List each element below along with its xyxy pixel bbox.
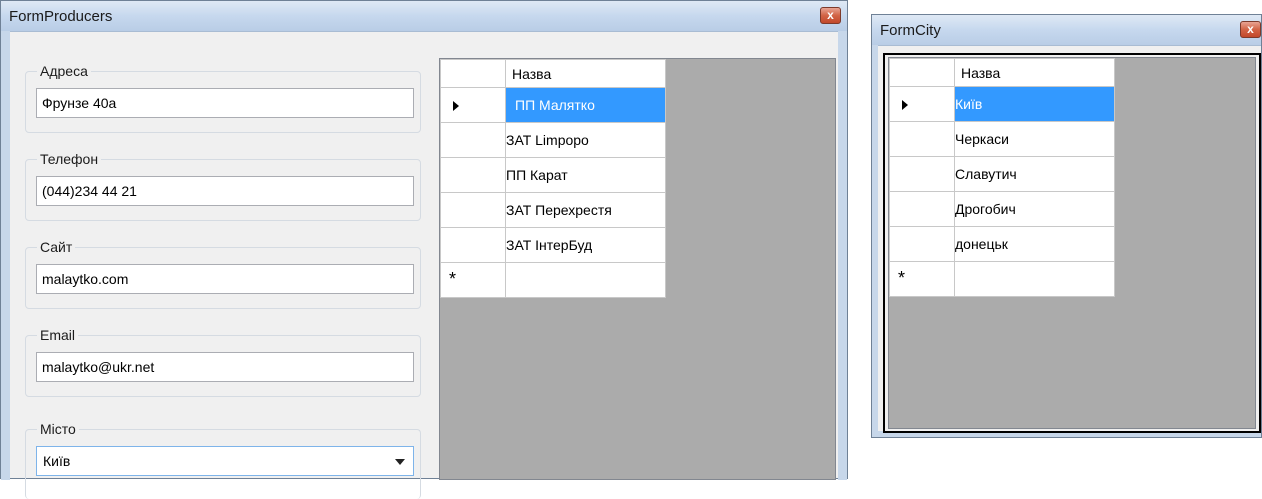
producers-row-header[interactable] bbox=[440, 157, 506, 193]
city-new-row-cell[interactable] bbox=[954, 261, 1115, 297]
current-row-icon bbox=[902, 100, 908, 110]
city-row-header[interactable] bbox=[889, 121, 955, 157]
producers-grid-header[interactable]: Назва bbox=[505, 59, 666, 88]
producers-row-header[interactable] bbox=[440, 87, 506, 123]
city-grid-cell[interactable]: Черкаси bbox=[954, 121, 1115, 157]
city-grid-header[interactable]: Назва bbox=[954, 58, 1115, 87]
city-close-button[interactable]: x bbox=[1240, 21, 1261, 38]
city-grid-cell[interactable]: Славутич bbox=[954, 156, 1115, 192]
current-row-icon bbox=[453, 101, 459, 111]
city-grid[interactable]: Назва Київ Черкаси Славутич Дрогобич дон… bbox=[888, 57, 1256, 429]
city-combobox-value: Київ bbox=[43, 453, 71, 469]
site-label: Сайт bbox=[37, 239, 76, 255]
city-grid-table: Назва Київ Черкаси Славутич Дрогобич дон… bbox=[889, 58, 1115, 297]
producers-row-header[interactable] bbox=[440, 227, 506, 263]
city-grid-cell[interactable]: Дрогобич bbox=[954, 191, 1115, 227]
city-row-header[interactable] bbox=[889, 226, 955, 262]
phone-field[interactable] bbox=[36, 176, 414, 206]
address-group: Адреса bbox=[25, 63, 421, 133]
producers-grid[interactable]: Назва ПП Малятко ЗАТ Limpopo ПП Карат ЗА… bbox=[439, 58, 836, 480]
city-title: FormCity bbox=[880, 22, 941, 39]
form-city-window: FormCity x Назва Київ Черкаси Славутич Д… bbox=[871, 14, 1262, 438]
chevron-down-icon[interactable] bbox=[395, 459, 405, 465]
producers-grid-corner[interactable] bbox=[440, 59, 506, 88]
form-producers-window: FormProducers x Адреса Телефон Сайт Emai… bbox=[0, 0, 848, 499]
city-label: Місто bbox=[37, 421, 79, 437]
producers-title: FormProducers bbox=[9, 8, 113, 25]
phone-label: Телефон bbox=[37, 151, 102, 167]
phone-group: Телефон bbox=[25, 151, 421, 221]
producers-grid-cell[interactable]: ЗАТ Limpopo bbox=[505, 122, 666, 158]
address-label: Адреса bbox=[37, 63, 91, 79]
producers-new-row-header[interactable]: * bbox=[440, 262, 506, 298]
producers-grid-table: Назва ПП Малятко ЗАТ Limpopo ПП Карат ЗА… bbox=[440, 59, 666, 298]
new-row-icon: * bbox=[898, 268, 906, 288]
city-titlebar[interactable]: FormCity x bbox=[872, 15, 1261, 46]
email-field[interactable] bbox=[36, 352, 414, 382]
producers-right-frame bbox=[838, 31, 847, 480]
producers-row-header[interactable] bbox=[440, 192, 506, 228]
new-row-icon: * bbox=[449, 269, 457, 289]
city-group: Місто Київ bbox=[25, 421, 421, 499]
email-label: Email bbox=[37, 327, 79, 343]
city-grid-corner[interactable] bbox=[889, 58, 955, 87]
city-row-header[interactable] bbox=[889, 156, 955, 192]
producers-close-button[interactable]: x bbox=[820, 7, 841, 24]
address-field[interactable] bbox=[36, 88, 414, 118]
site-field[interactable] bbox=[36, 264, 414, 294]
producers-grid-cell[interactable]: ПП Малятко bbox=[505, 87, 666, 123]
producers-grid-cell[interactable]: ЗАТ Перехрестя bbox=[505, 192, 666, 228]
cell-text: ПП Малятко bbox=[515, 97, 595, 113]
site-group: Сайт bbox=[25, 239, 421, 309]
city-grid-cell[interactable]: донецьк bbox=[954, 226, 1115, 262]
producers-grid-cell[interactable]: ЗАТ ІнтерБуд bbox=[505, 227, 666, 263]
producers-left-frame bbox=[1, 31, 10, 480]
producers-row-header[interactable] bbox=[440, 122, 506, 158]
producers-new-row-cell[interactable] bbox=[505, 262, 666, 298]
city-left-frame bbox=[872, 45, 878, 437]
city-grid-cell[interactable]: Київ bbox=[954, 86, 1115, 122]
city-combobox[interactable]: Київ bbox=[36, 446, 414, 476]
producers-titlebar[interactable]: FormProducers x bbox=[1, 1, 847, 32]
city-row-header[interactable] bbox=[889, 191, 955, 227]
producers-grid-cell[interactable]: ПП Карат bbox=[505, 157, 666, 193]
city-new-row-header[interactable]: * bbox=[889, 261, 955, 297]
email-group: Email bbox=[25, 327, 421, 397]
city-row-header[interactable] bbox=[889, 86, 955, 122]
